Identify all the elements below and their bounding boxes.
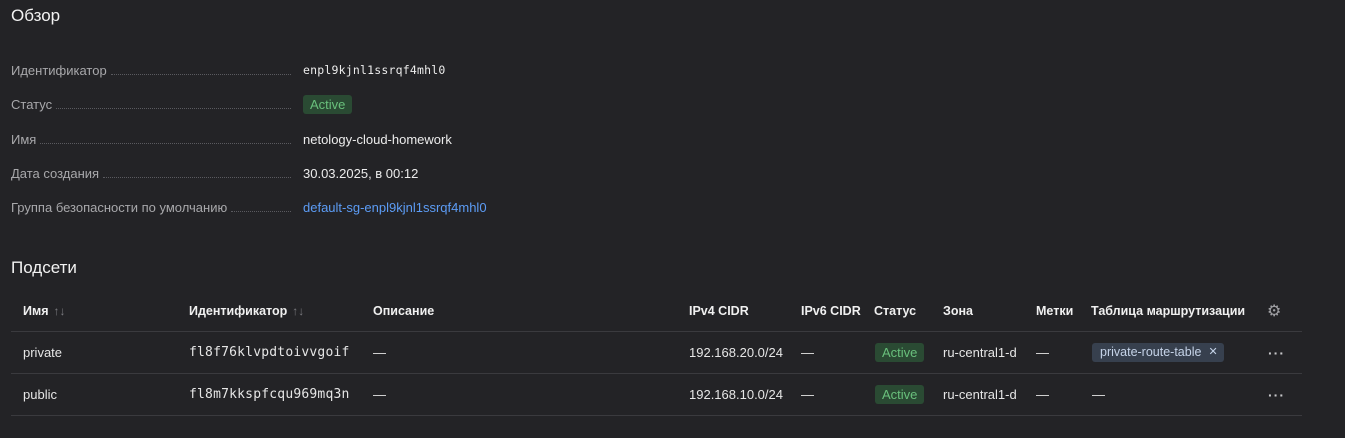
row-description: — bbox=[373, 345, 386, 360]
status-badge: Active bbox=[875, 343, 925, 362]
field-row-identifier: Идентификатор enpl9kjnl1ssrqf4mhl0 bbox=[11, 60, 991, 80]
field-label-wrap: Дата создания bbox=[11, 166, 303, 181]
field-value-identifier: enpl9kjnl1ssrqf4mhl0 bbox=[303, 63, 446, 77]
row-id: fl8m7kkspfcqu969mq3n bbox=[189, 387, 350, 402]
row-route-table-cell: private-route-table ✕ bbox=[1092, 332, 1224, 373]
column-header-id-label: Идентификатор bbox=[189, 303, 288, 318]
table-header: Имя ↑↓ Идентификатор ↑↓ Описание IPv4 CI… bbox=[11, 290, 1302, 332]
row-name[interactable]: public bbox=[23, 374, 57, 415]
leader-dots bbox=[103, 168, 291, 178]
security-group-link[interactable]: default-sg-enpl9kjnl1ssrqf4mhl0 bbox=[303, 200, 487, 215]
row-labels: — bbox=[1036, 345, 1049, 360]
column-header-status: Статус bbox=[874, 303, 917, 318]
field-label-wrap: Идентификатор bbox=[11, 63, 303, 78]
row-zone: ru-central1-d bbox=[943, 345, 1017, 360]
column-header-ipv6: IPv6 CIDR bbox=[801, 303, 861, 318]
field-row-created: Дата создания 30.03.2025, в 00:12 bbox=[11, 163, 991, 183]
table-settings-button[interactable]: ⚙ bbox=[1267, 290, 1281, 331]
more-actions-icon[interactable]: ··· bbox=[1268, 387, 1285, 403]
more-actions-icon[interactable]: ··· bbox=[1268, 345, 1285, 361]
close-icon[interactable]: ✕ bbox=[1208, 345, 1217, 360]
column-header-zone: Зона bbox=[943, 303, 973, 318]
route-table-chip-label: private-route-table bbox=[1100, 345, 1202, 359]
field-value-created: 30.03.2025, в 00:12 bbox=[303, 165, 419, 181]
row-ipv4: 192.168.20.0/24 bbox=[689, 345, 783, 360]
row-zone: ru-central1-d bbox=[943, 387, 1017, 402]
row-id: fl8f76klvpdtoivvgoif bbox=[189, 345, 350, 360]
row-ipv4: 192.168.10.0/24 bbox=[689, 387, 783, 402]
leader-dots bbox=[231, 202, 291, 212]
overview-title: Обзор bbox=[11, 6, 61, 25]
leader-dots bbox=[56, 99, 291, 109]
field-label-status: Статус bbox=[11, 96, 53, 112]
field-label-security-group: Группа безопасности по умолчанию bbox=[11, 199, 228, 215]
sort-icon[interactable]: ↑↓ bbox=[292, 304, 304, 318]
field-value-name: netology-cloud-homework bbox=[303, 131, 452, 147]
subnets-table: Имя ↑↓ Идентификатор ↑↓ Описание IPv4 CI… bbox=[11, 290, 1302, 416]
field-row-name: Имя netology-cloud-homework bbox=[11, 129, 991, 149]
subnets-title: Подсети bbox=[11, 258, 77, 277]
column-header-route-table: Таблица маршрутизации bbox=[1091, 303, 1246, 318]
field-label-name: Имя bbox=[11, 131, 37, 147]
row-labels: — bbox=[1036, 387, 1049, 402]
column-header-description: Описание bbox=[373, 303, 435, 318]
field-label-identifier: Идентификатор bbox=[11, 62, 107, 78]
route-table-chip[interactable]: private-route-table ✕ bbox=[1092, 343, 1224, 362]
row-route-table: — bbox=[1092, 387, 1105, 402]
row-name[interactable]: private bbox=[23, 332, 62, 373]
row-status-cell: Active bbox=[875, 374, 925, 415]
row-actions-button[interactable]: ··· bbox=[1268, 374, 1285, 415]
field-row-security-group: Группа безопасности по умолчанию default… bbox=[11, 197, 991, 217]
sort-icon[interactable]: ↑↓ bbox=[54, 304, 66, 318]
row-ipv6: — bbox=[801, 345, 814, 360]
column-header-ipv4: IPv4 CIDR bbox=[689, 303, 749, 318]
gear-icon[interactable]: ⚙ bbox=[1267, 301, 1281, 321]
row-actions-button[interactable]: ··· bbox=[1268, 332, 1285, 373]
column-header-id[interactable]: Идентификатор ↑↓ bbox=[189, 290, 304, 331]
row-status-cell: Active bbox=[875, 332, 925, 373]
field-row-status: Статус Active bbox=[11, 94, 991, 114]
table-row[interactable]: public fl8m7kkspfcqu969mq3n — 192.168.10… bbox=[11, 374, 1302, 416]
column-header-name-label: Имя bbox=[23, 303, 49, 318]
column-header-name[interactable]: Имя ↑↓ bbox=[23, 290, 66, 331]
column-header-labels: Метки bbox=[1036, 303, 1074, 318]
status-badge: Active bbox=[303, 94, 353, 114]
field-label-wrap: Статус bbox=[11, 97, 303, 112]
table-row[interactable]: private fl8f76klvpdtoivvgoif — 192.168.2… bbox=[11, 332, 1302, 374]
field-label-wrap: Имя bbox=[11, 132, 303, 147]
status-badge: Active bbox=[875, 385, 925, 404]
row-description: — bbox=[373, 387, 386, 402]
field-label-wrap: Группа безопасности по умолчанию bbox=[11, 200, 303, 215]
leader-dots bbox=[40, 134, 291, 144]
leader-dots bbox=[110, 65, 291, 75]
field-label-created: Дата создания bbox=[11, 165, 100, 181]
row-ipv6: — bbox=[801, 387, 814, 402]
